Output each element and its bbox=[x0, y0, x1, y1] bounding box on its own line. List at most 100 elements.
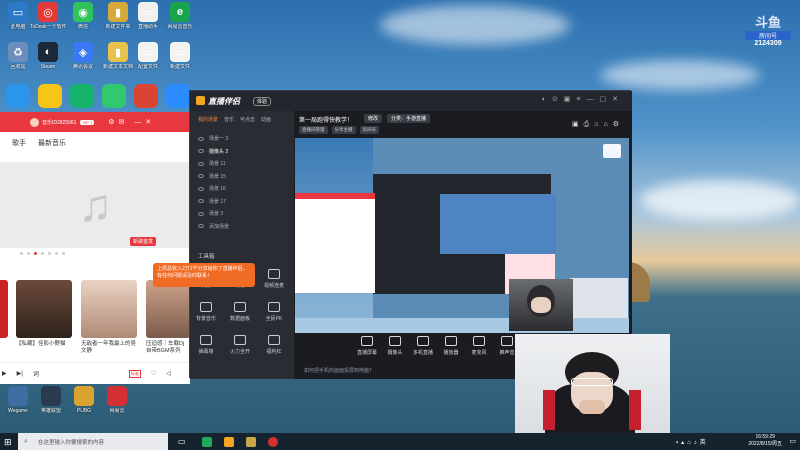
playlist-card[interactable] bbox=[0, 280, 8, 338]
scene-item[interactable]: 场景 17 bbox=[198, 198, 226, 205]
clock[interactable]: 16:59:29 2022/8/15/周五 bbox=[748, 434, 782, 448]
desktop-icon[interactable]: PUBG bbox=[66, 386, 102, 426]
nav-new-music[interactable]: 最新音乐 bbox=[38, 138, 66, 148]
source-label: 摄像头 bbox=[387, 350, 403, 356]
playlist-caption[interactable]: 无敌者一年我最上的吴文静 bbox=[81, 341, 141, 355]
scene-tab[interactable]: 音乐 bbox=[224, 116, 234, 123]
window-controls[interactable]: ◐⊙▣≡—▢✕ bbox=[542, 95, 624, 103]
settings-icon[interactable]: ⚙ bbox=[108, 118, 114, 126]
scene-item[interactable]: 场景 15 bbox=[198, 173, 226, 180]
nav-singer[interactable]: 歌手 bbox=[12, 138, 26, 148]
tool-button[interactable]: 福利红 bbox=[261, 335, 287, 355]
desktop-icon[interactable]: ◉ 微信 bbox=[65, 2, 101, 42]
taskbar-search[interactable]: ⌕ 在这里输入你要搜索的内容 bbox=[18, 433, 168, 450]
desktop-icon[interactable]: ◎ ToDesk一个软件 bbox=[30, 2, 66, 42]
scene-tab[interactable]: 我的场景 bbox=[198, 116, 218, 123]
eye-icon[interactable] bbox=[198, 186, 204, 191]
desktop-icon[interactable]: ▭ 配置文件 bbox=[130, 42, 166, 82]
desktop-icon[interactable] bbox=[166, 84, 190, 108]
desktop-icon[interactable] bbox=[6, 84, 30, 108]
next-icon[interactable]: ▶| bbox=[17, 370, 23, 377]
sub-tab[interactable]: 分享主播 bbox=[331, 126, 356, 134]
music-banner[interactable]: ♫ bbox=[0, 162, 190, 248]
avatar[interactable] bbox=[30, 117, 39, 127]
source-button[interactable]: 直播屏幕 bbox=[352, 336, 382, 356]
taskbar-app-3[interactable] bbox=[245, 436, 256, 447]
eye-icon[interactable] bbox=[198, 161, 204, 166]
app-toolbar-icons[interactable]: ▣⎙⌂⌂⚙ bbox=[572, 120, 624, 129]
desktop-icon[interactable]: 英雄联盟 bbox=[33, 386, 69, 426]
desktop-icon[interactable]: e 网易云音乐 bbox=[162, 2, 198, 42]
desktop-icon[interactable]: 网易云 bbox=[99, 386, 135, 426]
close-icon[interactable]: ✕ bbox=[145, 118, 151, 126]
playlist-card[interactable] bbox=[81, 280, 137, 338]
source-button[interactable]: 多机直播 bbox=[408, 336, 438, 356]
douyu-watermark: 斗鱼 房间号 2124309 bbox=[745, 12, 791, 47]
tool-button[interactable]: 全民PK bbox=[261, 302, 287, 322]
playlist-card[interactable] bbox=[146, 280, 190, 338]
desktop-icon[interactable] bbox=[38, 84, 62, 108]
eye-icon[interactable] bbox=[198, 224, 204, 228]
edit-title-button[interactable]: 修改 bbox=[364, 114, 383, 123]
sub-tab[interactable]: 直播间管理 bbox=[299, 126, 328, 134]
minimize-icon[interactable]: — bbox=[134, 119, 141, 126]
scene-tab[interactable]: 可点击 bbox=[240, 116, 255, 123]
task-view-icon[interactable]: ▭ bbox=[178, 437, 186, 446]
heart-icon[interactable]: ♡ bbox=[151, 370, 156, 377]
system-tray[interactable]: ▪▴⌂♪英 bbox=[676, 437, 709, 446]
sub-tab[interactable]: 房间号 bbox=[359, 126, 379, 134]
music-user-name[interactable]: 音乐ID2825961 bbox=[42, 119, 76, 126]
desktop-icon[interactable] bbox=[70, 84, 94, 108]
taskbar-app-1[interactable] bbox=[201, 436, 212, 447]
scene-item[interactable]: 添加场景 bbox=[198, 223, 229, 230]
tool-button[interactable]: 火力全开 bbox=[227, 335, 253, 355]
tool-button[interactable]: 弹幕墙 bbox=[193, 335, 219, 355]
source-button[interactable]: 麦克风 bbox=[464, 336, 494, 356]
taskbar-app-4[interactable] bbox=[267, 436, 278, 447]
source-button[interactable]: 播放器 bbox=[436, 336, 466, 356]
eye-icon[interactable] bbox=[198, 211, 204, 216]
app-icon bbox=[107, 386, 127, 406]
desktop-icon[interactable]: ▭ 新建文件 bbox=[162, 42, 198, 82]
eye-icon[interactable] bbox=[198, 199, 204, 203]
tool-button[interactable]: 背景音乐 bbox=[193, 302, 219, 322]
footer-hint[interactable]: 如何把手机的画面投屏到电脑？ bbox=[304, 367, 374, 374]
playlist-caption[interactable]: 【私藏】佳影小野猫 bbox=[16, 341, 76, 348]
scene-item[interactable]: 场景 16 bbox=[198, 185, 226, 192]
scene-item[interactable]: 场景一 3 bbox=[198, 135, 228, 142]
scene-item[interactable]: 摄像头 2 bbox=[198, 148, 228, 155]
desktop-icon[interactable]: ◐ Steam bbox=[30, 42, 66, 82]
source-button[interactable]: 摄像头 bbox=[380, 336, 410, 356]
volume-icon[interactable]: ◁ bbox=[166, 370, 171, 377]
eye-icon[interactable] bbox=[198, 149, 204, 153]
play-icon[interactable]: ▶ bbox=[2, 370, 7, 377]
taskbar-app-2[interactable] bbox=[223, 436, 234, 447]
eye-icon[interactable] bbox=[198, 136, 204, 141]
category-label[interactable]: 分类：手游直播 bbox=[387, 114, 431, 123]
scene-tab[interactable]: 动画 bbox=[261, 116, 271, 123]
app-icon: ◉ bbox=[73, 2, 93, 22]
banner-dots[interactable] bbox=[20, 252, 65, 255]
playlist-caption[interactable]: 压迫感｜车载Dj 自带BGM系列 bbox=[146, 341, 190, 355]
desktop-icon[interactable]: ▭ 直播助手 bbox=[130, 2, 166, 42]
quality-tag[interactable]: 标准 bbox=[128, 369, 141, 378]
app-badge[interactable]: 体验 bbox=[253, 97, 272, 106]
desktop-icon[interactable] bbox=[102, 84, 126, 108]
tool-button[interactable]: 视频连麦 bbox=[261, 269, 287, 289]
notification-toast[interactable]: 上周总收入2万1千分享给你了直播伴侣，有任何问题请及时联系！ bbox=[153, 263, 255, 287]
lyrics-label[interactable]: 词 bbox=[33, 369, 39, 378]
desktop-icon[interactable]: Wegame bbox=[0, 386, 36, 426]
app-logo-icon bbox=[196, 96, 205, 105]
notification-icon[interactable]: ▭ bbox=[789, 437, 796, 445]
playlist-card[interactable] bbox=[16, 280, 72, 338]
app-icon bbox=[74, 386, 94, 406]
scene-item[interactable]: 场景 11 bbox=[198, 160, 226, 167]
app-icon: ▭ bbox=[138, 42, 158, 62]
desktop-icon[interactable]: ◈ 腾讯会议 bbox=[65, 42, 101, 82]
scene-item[interactable]: 场景 3 bbox=[198, 210, 223, 217]
desktop-icon[interactable] bbox=[134, 84, 158, 108]
mail-icon[interactable]: ✉ bbox=[118, 118, 124, 126]
eye-icon[interactable] bbox=[198, 174, 204, 178]
tool-button[interactable]: 数据面板 bbox=[227, 302, 253, 322]
windows-start-icon[interactable]: ⊞ bbox=[4, 437, 12, 448]
